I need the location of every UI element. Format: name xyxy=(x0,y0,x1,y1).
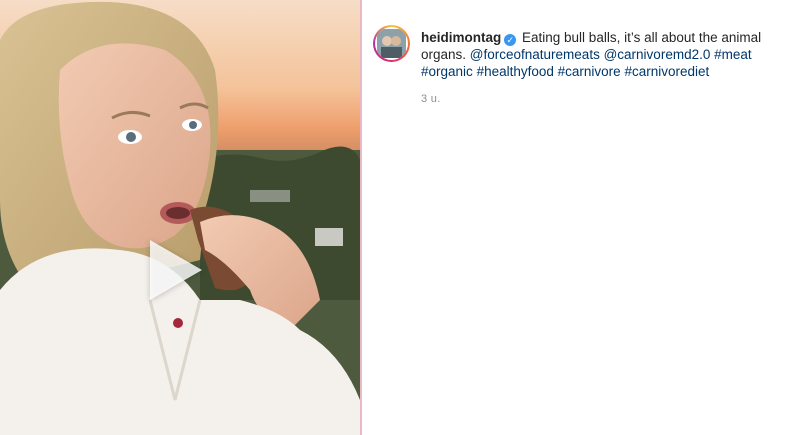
mention-link[interactable]: @forceofnaturemeats xyxy=(470,47,600,62)
play-icon[interactable] xyxy=(150,240,202,300)
mention-link[interactable]: @carnivoremd2.0 xyxy=(604,47,711,62)
post-timestamp[interactable]: 3 u. xyxy=(421,93,441,105)
video-player[interactable] xyxy=(0,0,360,435)
post-caption: heidimontag ✓ Eating bull balls, it’s all… xyxy=(421,29,801,80)
avatar[interactable] xyxy=(373,25,410,62)
video-frame xyxy=(0,0,360,435)
post-details: heidimontag ✓ Eating bull balls, it’s all… xyxy=(362,0,806,435)
profile-picture xyxy=(375,27,408,60)
username-link[interactable]: heidimontag xyxy=(421,30,501,45)
hashtag-link[interactable]: #healthyfood xyxy=(477,64,554,79)
verified-badge-icon: ✓ xyxy=(504,34,517,46)
hashtag-link[interactable]: #carnivorediet xyxy=(624,64,709,79)
hashtag-link[interactable]: #carnivore xyxy=(558,64,621,79)
hashtag-link[interactable]: #organic xyxy=(421,64,473,79)
hashtag-link[interactable]: #meat xyxy=(714,47,752,62)
